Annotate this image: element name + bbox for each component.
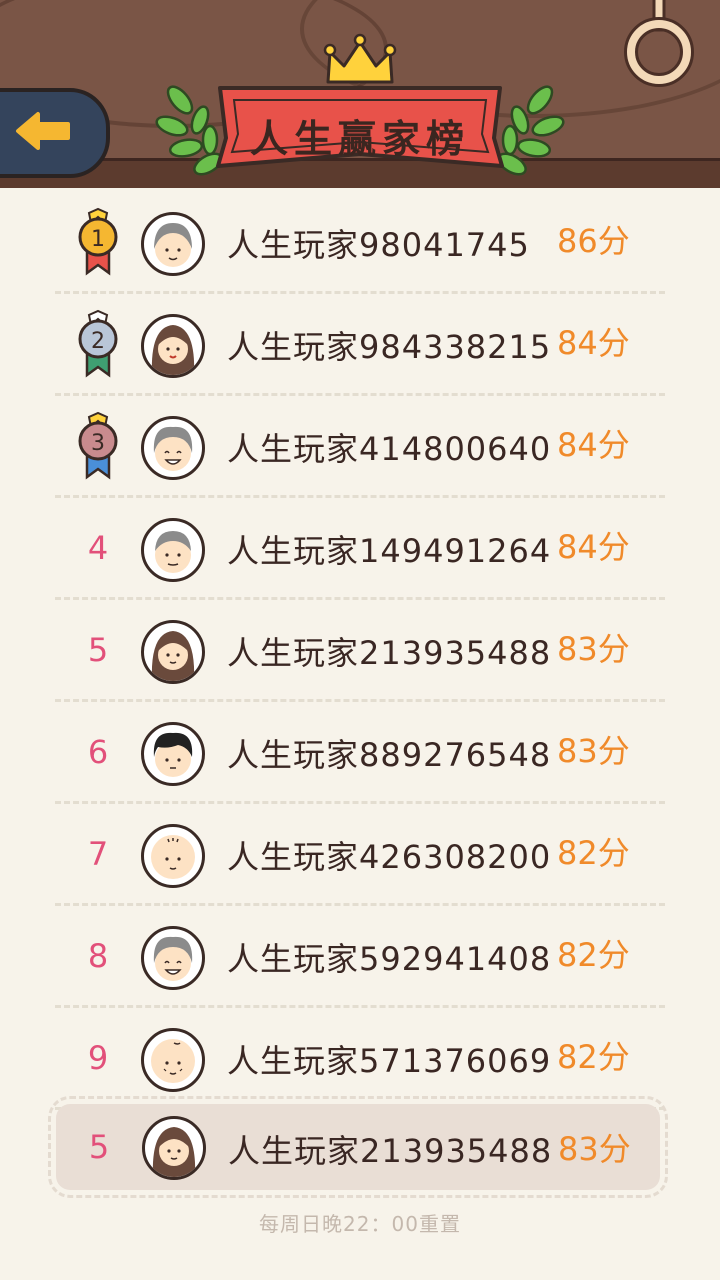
player-name: 人生玩家98041745 bbox=[227, 226, 530, 264]
player-score: 86分 bbox=[557, 222, 630, 260]
player-score: 84分 bbox=[557, 426, 630, 464]
player-name: 人生玩家414800640 bbox=[227, 430, 552, 468]
list-item[interactable]: 8 人生玩家592941408 82分 bbox=[55, 906, 665, 1008]
grandpa-gray-icon bbox=[141, 518, 205, 582]
grandma-gray-icon bbox=[141, 212, 205, 276]
rank-number: 6 bbox=[87, 733, 109, 771]
rank-medal: 1 bbox=[77, 192, 119, 292]
player-score: 82分 bbox=[557, 1038, 630, 1076]
woman-brown-hair-icon bbox=[141, 314, 205, 378]
player-score: 83分 bbox=[557, 630, 630, 668]
list-item[interactable]: 6 人生玩家889276548 83分 bbox=[55, 702, 665, 804]
rank-number: 7 bbox=[87, 835, 109, 873]
list-item[interactable]: 3 人生玩家414800640 84分 bbox=[55, 396, 665, 498]
rank-number: 9 bbox=[87, 1039, 109, 1077]
young-man-black-hair-icon bbox=[141, 722, 205, 786]
player-name: 人生玩家889276548 bbox=[227, 736, 552, 774]
player-score: 83分 bbox=[557, 732, 630, 770]
list-item[interactable]: 5 人生玩家213935488 83分 bbox=[55, 600, 665, 702]
svg-text:2: 2 bbox=[91, 329, 105, 354]
my-player-score: 83分 bbox=[558, 1130, 631, 1168]
back-button[interactable] bbox=[0, 88, 110, 178]
svg-text:3: 3 bbox=[91, 431, 105, 456]
svg-text:1: 1 bbox=[91, 227, 105, 252]
bald-man-icon bbox=[141, 824, 205, 888]
list-item[interactable]: 7 人生玩家426308200 82分 bbox=[55, 804, 665, 906]
player-name: 人生玩家426308200 bbox=[227, 838, 552, 876]
rank-medal: 3 bbox=[77, 396, 119, 496]
reset-notice: 每周日晚22：00重置 bbox=[259, 1212, 461, 1236]
my-rank-number: 5 bbox=[88, 1128, 110, 1166]
player-score: 82分 bbox=[557, 936, 630, 974]
woman-brown-hair-icon bbox=[142, 1116, 206, 1180]
player-name: 人生玩家213935488 bbox=[227, 634, 552, 672]
leaderboard-list: 1 人生玩家98041745 86分 2 人生玩家984338215 84分 3… bbox=[55, 192, 665, 1110]
woman-brown-hair-icon bbox=[141, 620, 205, 684]
rank-number: 8 bbox=[87, 937, 109, 975]
my-player-name: 人生玩家213935488 bbox=[228, 1132, 553, 1170]
rank-medal: 2 bbox=[77, 294, 119, 394]
arrow-left-icon bbox=[16, 112, 70, 150]
rank-number: 4 bbox=[87, 529, 109, 567]
gold-medal-icon: 1 bbox=[78, 207, 118, 276]
bronze-medal-icon: 3 bbox=[78, 411, 118, 480]
list-item[interactable]: 4 人生玩家149491264 84分 bbox=[55, 498, 665, 600]
rank-number: 5 bbox=[87, 631, 109, 669]
my-rank-row[interactable]: 5 人生玩家213935488 83分 bbox=[48, 1096, 668, 1198]
grandma-smiling-icon bbox=[141, 926, 205, 990]
player-name: 人生玩家984338215 bbox=[227, 328, 552, 366]
player-name: 人生玩家571376069 bbox=[227, 1042, 552, 1080]
old-bald-man-icon bbox=[141, 1028, 205, 1092]
player-score: 82分 bbox=[557, 834, 630, 872]
player-name: 人生玩家149491264 bbox=[227, 532, 552, 570]
list-item[interactable]: 1 人生玩家98041745 86分 bbox=[55, 192, 665, 294]
page-title: 人生赢家榜 bbox=[249, 117, 470, 161]
silver-medal-icon: 2 bbox=[78, 309, 118, 378]
list-item[interactable]: 9 人生玩家571376069 82分 bbox=[55, 1008, 665, 1110]
player-score: 84分 bbox=[557, 528, 630, 566]
player-name: 人生玩家592941408 bbox=[227, 940, 552, 978]
pull-ring-icon[interactable] bbox=[624, 0, 694, 90]
player-score: 84分 bbox=[557, 324, 630, 362]
list-item[interactable]: 2 人生玩家984338215 84分 bbox=[55, 294, 665, 396]
grandma-smiling-icon bbox=[141, 416, 205, 480]
title-emblem: 人生赢家榜 bbox=[150, 30, 570, 190]
